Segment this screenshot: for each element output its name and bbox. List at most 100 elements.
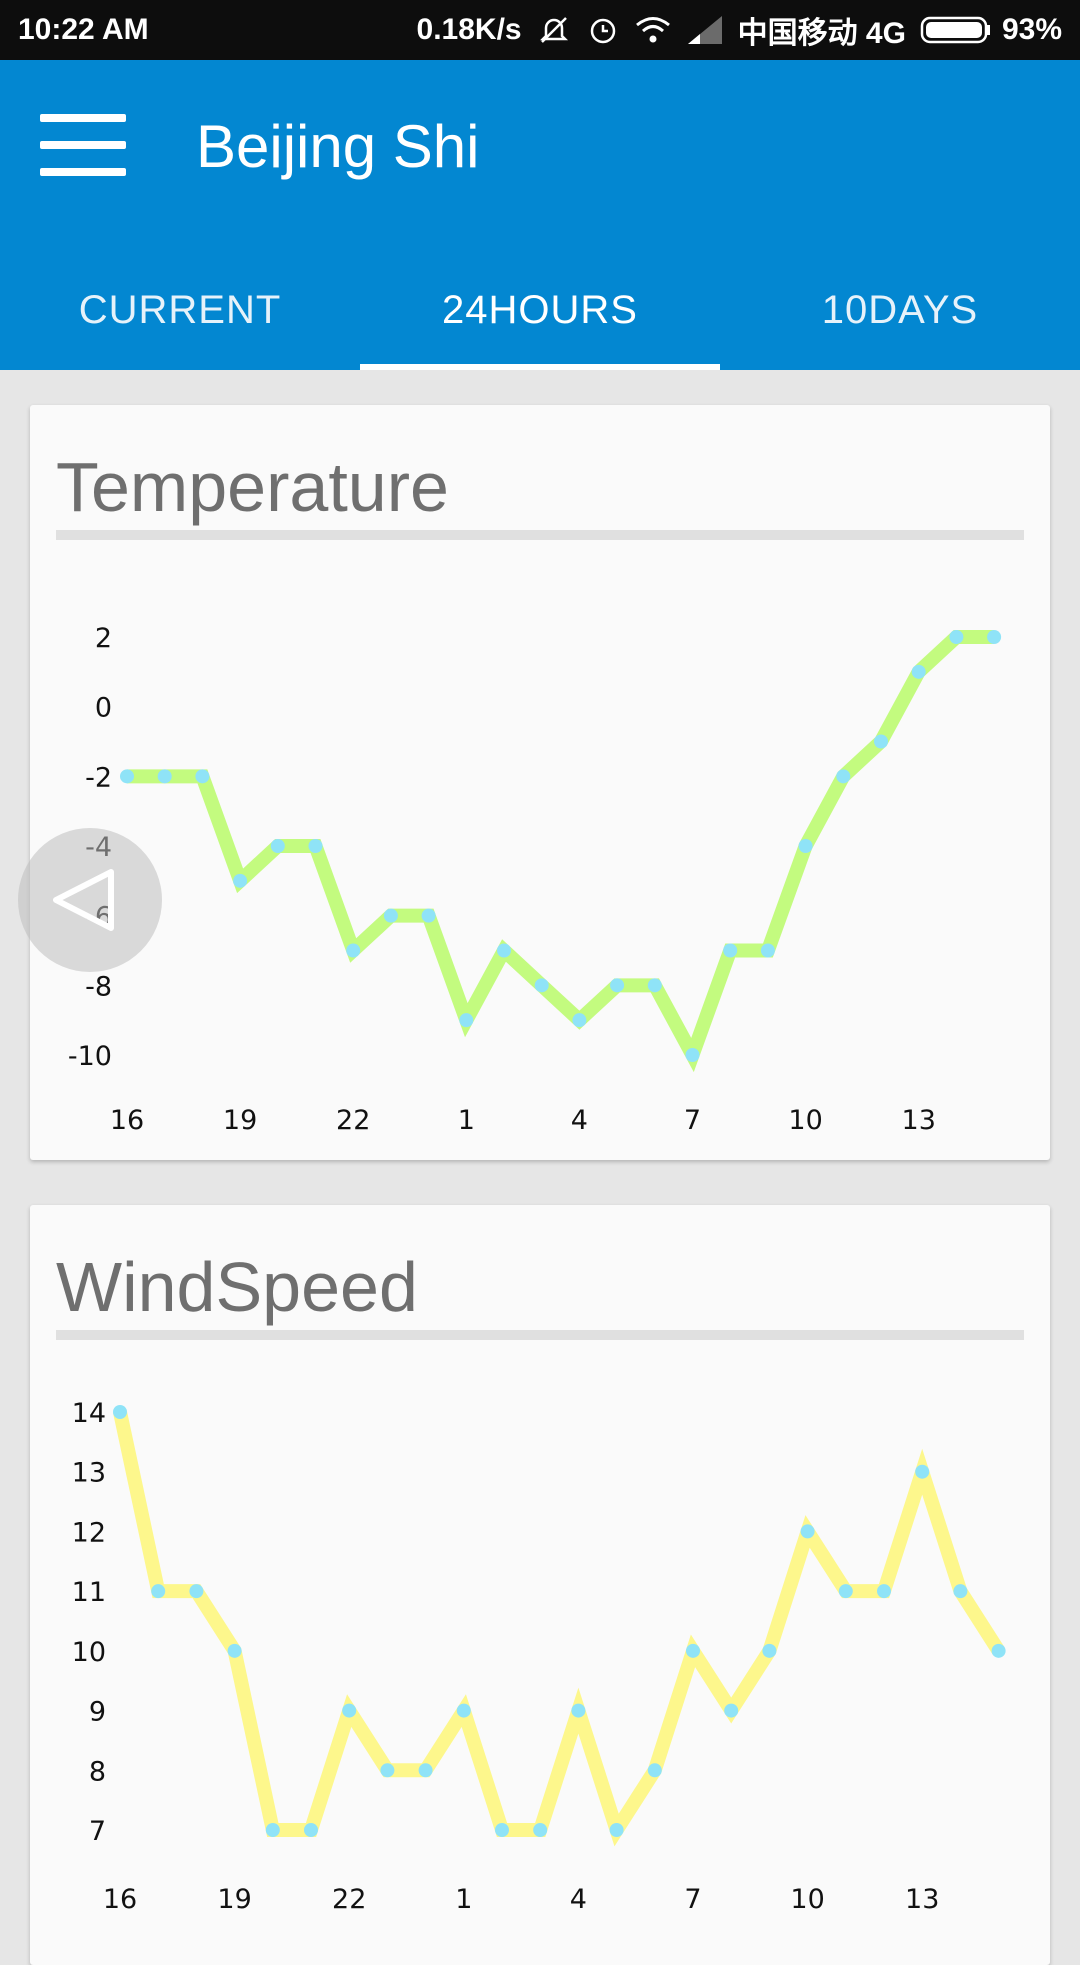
data-point (497, 943, 511, 958)
x-tick-label: 7 (684, 1105, 701, 1136)
tab-24hours[interactable]: 24HOURS (360, 250, 720, 370)
y-tick-label: 11 (72, 1577, 106, 1608)
x-tick-label: 10 (788, 1105, 822, 1136)
data-point (534, 978, 549, 993)
data-point (911, 664, 926, 679)
data-point (798, 839, 813, 853)
status-right: 0.18K/s 中国移动 4G 93% (417, 8, 1062, 52)
data-point (533, 1823, 548, 1837)
tab-indicator (360, 364, 720, 370)
mute-icon (536, 12, 572, 48)
data-point (647, 1763, 662, 1778)
data-point (418, 1763, 433, 1778)
x-tick-label: 13 (905, 1884, 939, 1915)
x-tick-label: 1 (455, 1884, 472, 1915)
data-point (915, 1464, 930, 1479)
alarm-icon (586, 13, 620, 47)
data-point (120, 769, 134, 784)
wifi-icon (634, 14, 672, 46)
data-point (113, 1405, 127, 1419)
y-tick-label: 13 (72, 1458, 106, 1489)
y-tick-label: 8 (89, 1756, 106, 1787)
data-point (571, 1703, 586, 1718)
status-bar: 10:22 AM 0.18K/s 中国移动 4G 93% (0, 0, 1080, 60)
data-point (647, 978, 662, 993)
x-tick-label: 22 (336, 1105, 370, 1136)
y-tick-label: -8 (85, 971, 112, 1002)
data-point (383, 908, 398, 923)
y-tick-label: -10 (68, 1041, 112, 1072)
temperature-card: Temperature 20-2-4-6-8-101619221471013 (30, 405, 1050, 1160)
temperature-chart: 20-2-4-6-8-101619221471013 (68, 623, 1002, 1136)
data-point (609, 1823, 624, 1837)
y-tick-label: 12 (72, 1517, 106, 1548)
data-point (760, 943, 775, 958)
tab-label: 24HOURS (442, 287, 638, 332)
data-point (380, 1763, 395, 1778)
data-point (157, 769, 172, 784)
back-handle[interactable] (18, 828, 162, 972)
tab-current[interactable]: CURRENT (0, 250, 360, 370)
app-title: Beijing Shi (196, 113, 480, 180)
data-point (762, 1643, 777, 1658)
tab-label: 10DAYS (821, 287, 979, 332)
back-arrow-icon (53, 869, 114, 931)
data-point (991, 1643, 1006, 1658)
data-point (800, 1524, 815, 1539)
data-point (304, 1823, 318, 1837)
data-point (987, 630, 1002, 644)
windspeed-chart: 141312111098716 19 22 1 4 7 10 13 (72, 1398, 1006, 1915)
x-tick-label: 10 (790, 1884, 824, 1915)
x-tick-label: 16 (103, 1884, 137, 1915)
signal-icon (686, 14, 724, 46)
data-point (233, 873, 248, 888)
menu-icon[interactable] (40, 110, 128, 180)
data-point (151, 1584, 166, 1599)
data-point (346, 943, 361, 958)
data-point (195, 769, 210, 784)
app-bar: Beijing Shi CURRENT 24HOURS 10DAYS (0, 60, 1080, 370)
y-tick-label: 2 (95, 623, 112, 654)
y-tick-label: 0 (95, 693, 112, 724)
x-tick-label: 19 (217, 1884, 251, 1915)
data-point (877, 1584, 891, 1599)
data-point (270, 839, 285, 853)
data-point (308, 839, 323, 853)
tab-label: CURRENT (78, 287, 282, 332)
y-tick-label: 9 (89, 1697, 106, 1728)
data-point (685, 1048, 700, 1062)
x-tick-label: 13 (902, 1105, 936, 1136)
data-point (723, 943, 738, 958)
data-point (495, 1823, 509, 1837)
x-tick-label: 16 (110, 1105, 144, 1136)
tab-bar: CURRENT 24HOURS 10DAYS (0, 250, 1080, 370)
y-tick-label: -2 (85, 762, 112, 793)
data-point (421, 908, 436, 923)
battery-percent: 93% (1001, 13, 1062, 46)
data-point (949, 630, 964, 644)
data-point (456, 1703, 471, 1718)
carrier-label: 中国移动 4G (737, 17, 906, 50)
x-tick-label: 22 (332, 1884, 366, 1915)
battery-icon (920, 15, 992, 45)
data-point (686, 1643, 700, 1658)
data-point (836, 769, 851, 784)
x-tick-label: 7 (684, 1884, 701, 1915)
windspeed-card: WindSpeed 14 13 12 11 10 9 8 7 16 19 22 1 4 7 10 13 (30, 1205, 1050, 1965)
x-tick-label: 4 (571, 1105, 588, 1136)
battery-indicator: 93% (920, 13, 1062, 47)
y-tick-label: 14 (72, 1398, 106, 1429)
y-tick-label: 10 (72, 1637, 106, 1668)
x-tick-label: 19 (223, 1105, 257, 1136)
series-line (113, 1410, 1005, 1847)
tab-10days[interactable]: 10DAYS (720, 250, 1080, 370)
series-line (127, 630, 995, 1073)
data-point (572, 1013, 587, 1028)
data-point (459, 1013, 474, 1028)
data-point (874, 734, 888, 749)
data-point (227, 1643, 242, 1658)
y-tick-label: 7 (89, 1816, 106, 1847)
data-point (724, 1703, 739, 1718)
data-point (953, 1584, 968, 1599)
net-speed: 0.18K/s (416, 13, 522, 46)
